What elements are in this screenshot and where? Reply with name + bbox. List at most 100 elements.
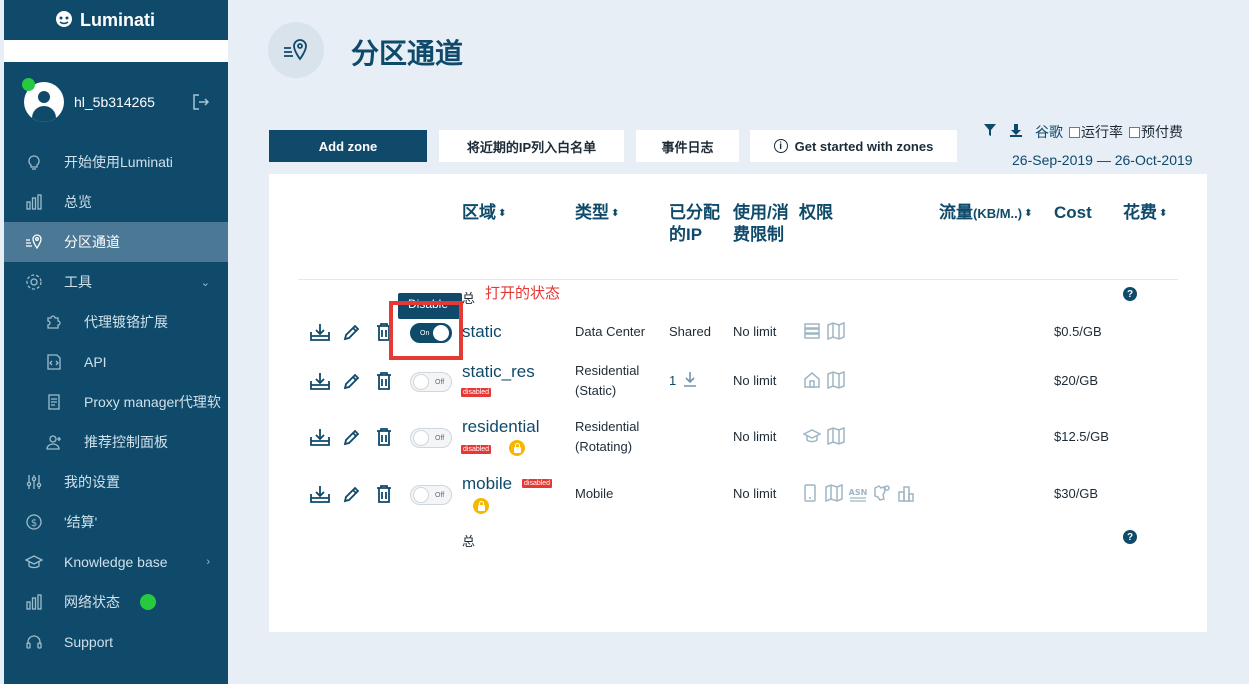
edit-pencil-icon[interactable] bbox=[341, 370, 363, 392]
puzzle-icon bbox=[44, 312, 64, 332]
annotation-text: 打开的状态 bbox=[485, 285, 561, 302]
zone-permissions bbox=[802, 321, 846, 341]
event-log-button[interactable]: 事件日志 bbox=[636, 130, 739, 162]
column-header-label: 花费 bbox=[1123, 203, 1157, 222]
get-started-label: Get started with zones bbox=[794, 138, 934, 154]
sidebar: Luminati hl_5b314265 开始使用Luminati 总览 分区通… bbox=[4, 0, 228, 684]
sidebar-item-label: 总览 bbox=[64, 194, 92, 210]
zone-name[interactable]: static_res bbox=[462, 362, 535, 382]
zone-cost: $12.5/GB bbox=[1054, 429, 1109, 444]
sidebar-item-settings[interactable]: 我的设置 bbox=[4, 462, 228, 502]
sidebar-item-label: Proxy manager代理软 bbox=[84, 394, 221, 410]
download-arrow-icon[interactable] bbox=[682, 371, 698, 392]
zone-cost: $20/GB bbox=[1054, 373, 1099, 388]
column-header-type[interactable]: 类型 ⬍ bbox=[575, 202, 619, 225]
lock-icon bbox=[509, 440, 525, 456]
get-started-zones-button[interactable]: i Get started with zones bbox=[750, 130, 957, 162]
checkbox-icon[interactable] bbox=[1129, 126, 1140, 138]
row-actions bbox=[309, 370, 395, 392]
column-header-zone[interactable]: 区域 ⬍ bbox=[462, 202, 506, 225]
zone-type-detail: (Rotating) bbox=[575, 439, 633, 454]
trash-icon[interactable] bbox=[373, 370, 395, 392]
disabled-badge: disabled bbox=[461, 388, 492, 397]
zone-type: Residential bbox=[575, 363, 640, 378]
toggle-label: Off bbox=[435, 378, 445, 386]
download-tray-icon[interactable] bbox=[309, 321, 331, 343]
sidebar-item-referral[interactable]: 推荐控制面板 bbox=[4, 422, 228, 462]
gear-icon bbox=[24, 272, 44, 292]
prepaid-checkbox[interactable]: 预付费 bbox=[1129, 122, 1183, 142]
map-icon bbox=[826, 370, 846, 390]
logout-icon[interactable] bbox=[192, 93, 210, 116]
sidebar-item-network-status[interactable]: 网络状态 bbox=[4, 582, 228, 622]
sidebar-item-proxy-manager[interactable]: Proxy manager代理软 bbox=[4, 382, 228, 422]
download-tray-icon[interactable] bbox=[309, 426, 331, 448]
svg-text:ASN: ASN bbox=[849, 488, 868, 497]
user-profile[interactable]: hl_5b314265 bbox=[4, 62, 228, 142]
chevron-down-icon: ⌄ bbox=[200, 276, 210, 289]
header-divider bbox=[298, 279, 1178, 280]
sidebar-item-billing[interactable]: $ '结算' bbox=[4, 502, 228, 542]
help-icon[interactable]: ? bbox=[1123, 287, 1137, 301]
add-zone-button[interactable]: Add zone bbox=[269, 130, 427, 162]
date-range[interactable]: 26-Sep-2019 — 26-Oct-2019 bbox=[1012, 152, 1193, 168]
uptime-label: 运行率 bbox=[1081, 124, 1123, 140]
edit-pencil-icon[interactable] bbox=[341, 321, 363, 343]
zone-toggle-residential[interactable]: Off bbox=[410, 428, 452, 448]
sidebar-item-chrome-extension[interactable]: 代理镀铬扩展 bbox=[4, 302, 228, 342]
toggle-knob bbox=[413, 487, 429, 503]
zone-toggle-static-res[interactable]: Off bbox=[410, 372, 452, 392]
bar-chart-icon bbox=[24, 592, 44, 612]
column-header-label: 类型 bbox=[575, 203, 609, 222]
checkbox-icon[interactable] bbox=[1069, 126, 1080, 138]
map-icon bbox=[824, 483, 844, 503]
zone-allocated-ips[interactable]: 1 bbox=[669, 371, 676, 391]
sidebar-item-tools[interactable]: 工具 ⌄ bbox=[4, 262, 228, 302]
sidebar-item-label: '结算' bbox=[64, 514, 98, 530]
filter-icon[interactable] bbox=[983, 123, 997, 141]
toggle-knob bbox=[413, 374, 429, 390]
download-icon[interactable] bbox=[1009, 123, 1023, 141]
uptime-checkbox[interactable]: 运行率 bbox=[1069, 122, 1123, 142]
zone-type: Data Center bbox=[575, 324, 646, 339]
trash-icon[interactable] bbox=[373, 426, 395, 448]
sidebar-search-strip bbox=[4, 40, 228, 62]
trash-icon[interactable] bbox=[373, 483, 395, 505]
sidebar-item-label: 推荐控制面板 bbox=[84, 434, 168, 450]
column-header-traffic[interactable]: 流量(KB/M..) ⬍ bbox=[939, 202, 1033, 225]
edit-pencil-icon[interactable] bbox=[341, 483, 363, 505]
download-tray-icon[interactable] bbox=[309, 370, 331, 392]
online-indicator bbox=[22, 78, 35, 91]
traffic-unit: (KB/M..) bbox=[973, 206, 1023, 221]
zone-name[interactable]: static bbox=[462, 322, 502, 342]
username: hl_5b314265 bbox=[74, 94, 155, 110]
sidebar-item-api[interactable]: API bbox=[4, 342, 228, 382]
sidebar-item-overview[interactable]: 总览 bbox=[4, 182, 228, 222]
sidebar-item-label: 工具 bbox=[64, 274, 92, 290]
column-header-spend[interactable]: 花费 ⬍ bbox=[1123, 202, 1167, 225]
zone-name[interactable]: mobile bbox=[462, 474, 512, 494]
sidebar-item-label: Support bbox=[64, 634, 114, 650]
sidebar-item-zones[interactable]: 分区通道 bbox=[4, 222, 228, 262]
zone-toggle-mobile[interactable]: Off bbox=[410, 485, 452, 505]
zone-type: Residential bbox=[575, 419, 640, 434]
sidebar-item-label: Knowledge base bbox=[64, 554, 168, 570]
toggle-label: Off bbox=[435, 434, 445, 442]
download-tray-icon[interactable] bbox=[309, 483, 331, 505]
disabled-badge: disabled bbox=[522, 479, 553, 488]
sidebar-item-knowledge-base[interactable]: Knowledge base › bbox=[4, 542, 228, 582]
sidebar-item-getting-started[interactable]: 开始使用Luminati bbox=[4, 142, 228, 182]
whitelist-recent-ips-button[interactable]: 将近期的IP列入白名单 bbox=[439, 130, 624, 162]
edit-pencil-icon[interactable] bbox=[341, 426, 363, 448]
help-icon[interactable]: ? bbox=[1123, 530, 1137, 544]
column-header-allocated-ips: 已分配的IP bbox=[669, 203, 720, 244]
google-label[interactable]: 谷歌 bbox=[1035, 122, 1063, 142]
sidebar-item-label: 代理镀铬扩展 bbox=[84, 314, 168, 330]
column-header-label: 区域 bbox=[462, 203, 496, 222]
sidebar-item-support[interactable]: Support bbox=[4, 622, 228, 662]
zones-pin-icon bbox=[268, 22, 324, 78]
total-label-bottom: 总 bbox=[462, 534, 476, 549]
zone-name[interactable]: residential bbox=[462, 417, 540, 437]
zone-allocated-ips: Shared bbox=[669, 324, 711, 339]
logo[interactable]: Luminati bbox=[4, 0, 228, 40]
